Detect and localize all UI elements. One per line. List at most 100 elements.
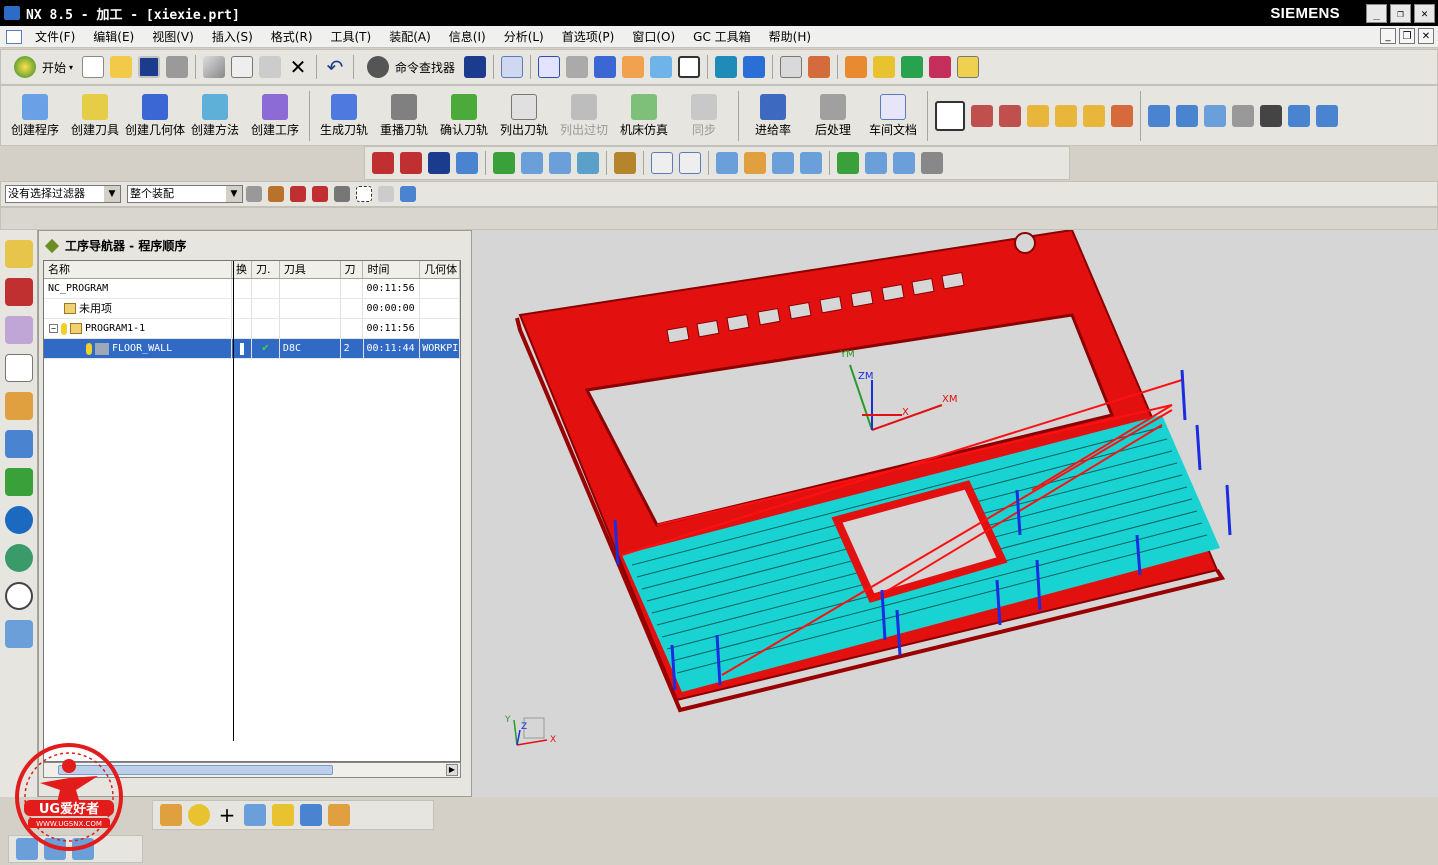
grid-snap-icon[interactable] [290, 186, 306, 202]
app-menu-icon[interactable] [6, 29, 22, 44]
setup-icon[interactable] [921, 152, 943, 174]
replay-path-button[interactable]: 重播刀轨 [374, 94, 434, 137]
generate-path-button[interactable]: 生成刀轨 [314, 94, 374, 137]
list-path-button[interactable]: 列出刀轨 [494, 94, 554, 137]
menu-format[interactable]: 格式(R) [262, 28, 322, 45]
copy-op-icon[interactable] [1204, 104, 1226, 127]
feed-rate-button[interactable]: 进给率 [743, 94, 803, 137]
col-path[interactable]: 刀. [252, 261, 280, 278]
postprocess-button[interactable]: 后处理 [803, 94, 863, 137]
boolean-icon[interactable] [328, 804, 350, 826]
start-button[interactable]: 开始 ▾ [11, 56, 73, 78]
face-snap-icon[interactable] [334, 186, 350, 202]
program-view-icon[interactable] [935, 100, 965, 131]
menu-gc-toolbox[interactable]: GC 工具箱 [684, 28, 760, 45]
col-change[interactable]: 换 [232, 261, 252, 278]
table-op-icon[interactable] [893, 152, 915, 174]
col-tool-num[interactable]: 刀 [341, 261, 364, 278]
method-view-icon[interactable] [1027, 104, 1049, 127]
ruler-icon[interactable] [957, 56, 980, 78]
property-op-icon[interactable] [1316, 104, 1338, 127]
pin-icon[interactable] [44, 238, 60, 253]
ops-view-icon[interactable] [1055, 104, 1077, 127]
doc-restore-button[interactable]: ❐ [1399, 28, 1415, 44]
create-tool-button[interactable]: 创建刀具 [65, 94, 125, 137]
report-icon[interactable] [679, 152, 701, 174]
doc-minimize-button[interactable]: _ [1380, 28, 1396, 44]
path-step-icon[interactable] [428, 152, 450, 174]
path-animate-icon[interactable] [400, 152, 422, 174]
col-name[interactable]: 名称 [44, 261, 233, 278]
close-button[interactable]: ✕ [1414, 3, 1435, 23]
cut-icon[interactable] [203, 56, 226, 78]
list-icon[interactable] [800, 152, 822, 174]
assembly-nav-icon[interactable] [5, 240, 33, 268]
system-scene-icon[interactable] [5, 620, 33, 648]
table-icon[interactable] [780, 56, 803, 78]
render-style-icon[interactable] [566, 56, 589, 78]
background-icon[interactable] [678, 56, 701, 78]
layer-icon[interactable] [622, 56, 645, 78]
part-nav-icon[interactable] [5, 316, 33, 344]
menu-assembly[interactable]: 装配(A) [380, 28, 440, 45]
machine-view-icon[interactable] [971, 104, 993, 127]
analysis-icon[interactable] [873, 56, 896, 78]
create-operation-button[interactable]: 创建工序 [245, 94, 305, 137]
view-section-icon[interactable] [650, 56, 673, 78]
group-icon[interactable] [521, 152, 543, 174]
col-time[interactable]: 时间 [363, 261, 421, 278]
menu-edit[interactable]: 编辑(E) [84, 28, 143, 45]
point-snap-icon[interactable] [268, 186, 284, 202]
info-nav-icon[interactable] [5, 506, 33, 534]
menu-help[interactable]: 帮助(H) [760, 28, 820, 45]
operation-nav-icon[interactable] [5, 354, 33, 382]
cube-select-icon[interactable] [400, 186, 416, 202]
approve-icon[interactable] [837, 152, 859, 174]
dimension-icon[interactable] [929, 56, 952, 78]
scroll-right-icon[interactable]: ▶ [446, 764, 458, 776]
rect-select-icon[interactable] [356, 186, 372, 202]
shop-doc-button[interactable]: 车间文档 [863, 94, 923, 137]
save-as-icon[interactable] [464, 56, 487, 78]
menu-tools[interactable]: 工具(T) [322, 28, 381, 45]
fit-view-icon[interactable] [538, 56, 561, 78]
measure-icon[interactable] [845, 56, 868, 78]
menu-window[interactable]: 窗口(O) [623, 28, 684, 45]
minimize-button[interactable]: _ [1366, 3, 1387, 23]
menu-preferences[interactable]: 首选项(P) [553, 28, 624, 45]
check-icon[interactable] [493, 152, 515, 174]
assembly-scope-dropdown[interactable]: 整个装配 ▼ [127, 185, 243, 203]
extrude-icon[interactable] [272, 804, 294, 826]
paste-icon[interactable] [259, 56, 282, 78]
table-row-selected[interactable]: FLOOR_WALL ✔ D8C 2 00:11:44 WORKPI [44, 339, 460, 359]
role-library-icon[interactable] [5, 468, 33, 496]
transform-icon[interactable] [901, 56, 924, 78]
create-program-button[interactable]: 创建程序 [5, 94, 65, 137]
orient-view-icon[interactable] [594, 56, 617, 78]
time-icon[interactable] [772, 152, 794, 174]
feature-icon[interactable] [160, 804, 182, 826]
tree-icon[interactable] [549, 152, 571, 174]
path-display-icon[interactable] [372, 152, 394, 174]
restore-button[interactable]: ❐ [1390, 3, 1411, 23]
copy-icon[interactable] [231, 56, 254, 78]
object-icon[interactable] [1111, 104, 1133, 127]
link-icon[interactable] [188, 804, 210, 826]
flag-icon[interactable] [614, 152, 636, 174]
machine-sim-button[interactable]: 机床仿真 [614, 94, 674, 137]
save-icon[interactable] [138, 56, 161, 78]
print-icon[interactable] [166, 56, 189, 78]
table-row[interactable]: NC_PROGRAM 00:11:56 [44, 279, 460, 299]
doc-close-button[interactable]: ✕ [1418, 28, 1434, 44]
eraser-icon[interactable] [378, 186, 394, 202]
machine-nav-icon[interactable] [5, 392, 33, 420]
edit-op-icon[interactable] [1148, 104, 1170, 127]
menu-file[interactable]: 文件(F) [26, 28, 84, 45]
wcs-orient-icon[interactable] [743, 56, 766, 78]
constraint-nav-icon[interactable] [5, 278, 33, 306]
delete-op-icon[interactable] [1260, 104, 1282, 127]
merge-icon[interactable] [865, 152, 887, 174]
table-row[interactable]: 未用项 00:00:00 [44, 299, 460, 319]
menu-analysis[interactable]: 分析(L) [495, 28, 553, 45]
new-file-icon[interactable] [82, 56, 105, 78]
